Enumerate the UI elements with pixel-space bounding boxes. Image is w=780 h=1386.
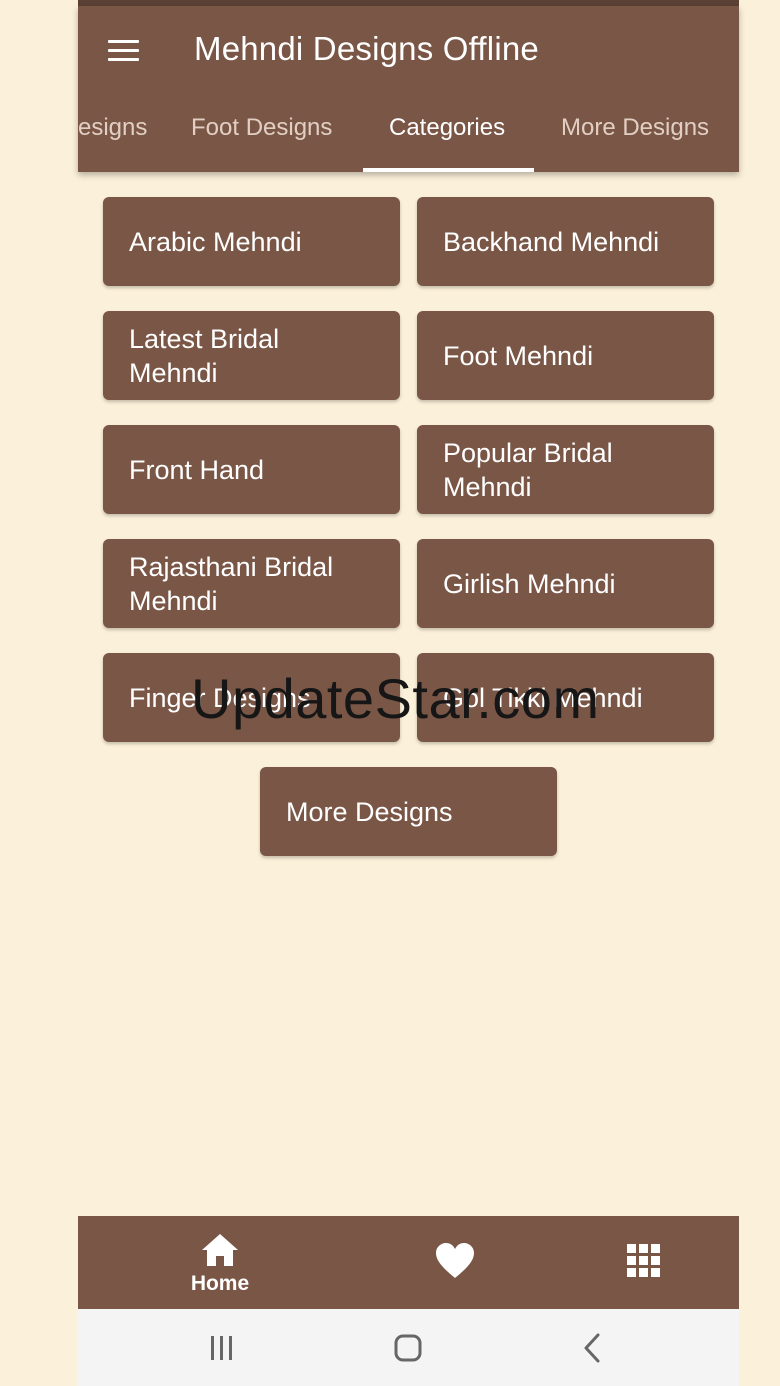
menu-icon[interactable] [108, 40, 140, 64]
grid-icon [627, 1244, 660, 1277]
tab-foot-designs[interactable]: Foot Designs [191, 114, 332, 142]
category-rajasthani-bridal-mehndi-button[interactable]: Rajasthani Bridal Mehndi [103, 539, 400, 628]
recent-apps-icon [211, 1336, 232, 1360]
category-finger-designs-button[interactable]: Finger Designs [103, 653, 400, 742]
back-icon [584, 1333, 600, 1363]
home-icon [202, 1234, 238, 1266]
nav-favorites[interactable] [430, 1216, 480, 1309]
app-title: Mehndi Designs Offline [194, 30, 539, 67]
active-tab-indicator [363, 168, 534, 172]
back-button[interactable] [578, 1331, 608, 1367]
more-designs-button[interactable]: More Designs [260, 767, 557, 856]
category-arabic-mehndi-button[interactable]: Arabic Mehndi [103, 197, 400, 286]
system-home-button[interactable] [389, 1331, 429, 1367]
nav-categories[interactable] [624, 1216, 664, 1309]
category-latest-bridal-mehndi-button[interactable]: Latest Bridal Mehndi [103, 311, 400, 400]
bottom-nav: Home [78, 1216, 739, 1309]
heart-icon [436, 1243, 474, 1278]
category-girlish-mehndi-button[interactable]: Girlish Mehndi [417, 539, 714, 628]
category-gol-tikki-mehndi-button[interactable]: Gol Tikki Mehndi [417, 653, 714, 742]
tab-categories[interactable]: Categories [389, 114, 505, 142]
system-navigation-bar [78, 1309, 739, 1386]
category-front-hand-button[interactable]: Front Hand [103, 425, 400, 514]
nav-home[interactable]: Home [182, 1216, 258, 1309]
recent-apps-button[interactable] [200, 1331, 248, 1367]
category-backhand-mehndi-button[interactable]: Backhand Mehndi [417, 197, 714, 286]
category-popular-bridal-mehndi-button[interactable]: Popular Bridal Mehndi [417, 425, 714, 514]
phone-screen: Mehndi Designs Offline esigns Foot Desig… [78, 0, 739, 1386]
app-bar: Mehndi Designs Offline esigns Foot Desig… [78, 6, 739, 172]
home-circle-icon [394, 1334, 422, 1362]
tab-more-designs[interactable]: More Designs [561, 114, 709, 142]
nav-home-label: Home [190, 1272, 250, 1295]
tab-designs[interactable]: esigns [78, 114, 147, 142]
category-foot-mehndi-button[interactable]: Foot Mehndi [417, 311, 714, 400]
